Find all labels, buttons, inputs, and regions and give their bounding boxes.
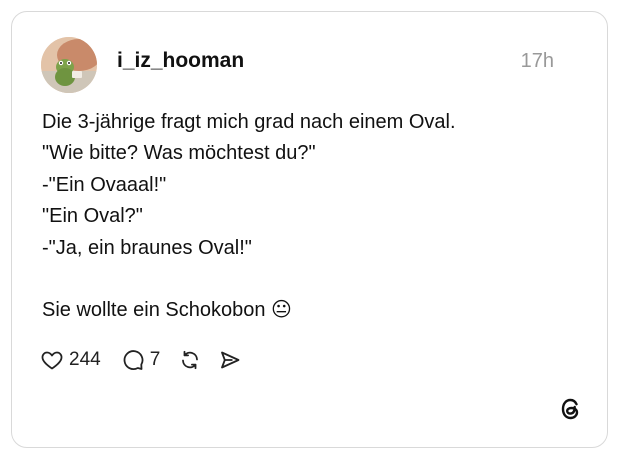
timestamp: 17h bbox=[520, 50, 554, 72]
speech-bubble-icon bbox=[123, 350, 144, 370]
username[interactable]: i_iz_hooman bbox=[117, 49, 244, 73]
action-bar: 244 7 bbox=[40, 345, 242, 375]
post-line: Sie wollte ein Schokobon 😐 bbox=[42, 299, 292, 322]
reply-count: 7 bbox=[149, 349, 161, 370]
heart-icon bbox=[41, 351, 63, 370]
repost-icon bbox=[182, 350, 199, 370]
post-body: Die 3-jährige fragt mich grad nach einem… bbox=[42, 107, 582, 327]
post-line: "Ein Oval?" bbox=[42, 205, 143, 228]
post-line: -"Ja, ein braunes Oval!" bbox=[42, 236, 252, 259]
reply-button[interactable]: 7 bbox=[121, 348, 161, 372]
repost-button[interactable] bbox=[178, 348, 202, 372]
threads-logo-icon bbox=[557, 395, 585, 423]
like-button[interactable]: 244 bbox=[40, 348, 101, 372]
send-icon bbox=[221, 351, 240, 369]
frog-avatar-image bbox=[41, 37, 97, 93]
post-line: Die 3-jährige fragt mich grad nach einem… bbox=[42, 111, 456, 133]
share-button[interactable] bbox=[218, 348, 242, 372]
avatar[interactable] bbox=[41, 37, 97, 93]
like-count: 244 bbox=[69, 349, 101, 370]
post-line: "Wie bitte? Was möchtest du?" bbox=[42, 142, 316, 165]
post-line bbox=[42, 264, 582, 295]
post-line: -"Ein Ovaaal!" bbox=[42, 173, 167, 196]
